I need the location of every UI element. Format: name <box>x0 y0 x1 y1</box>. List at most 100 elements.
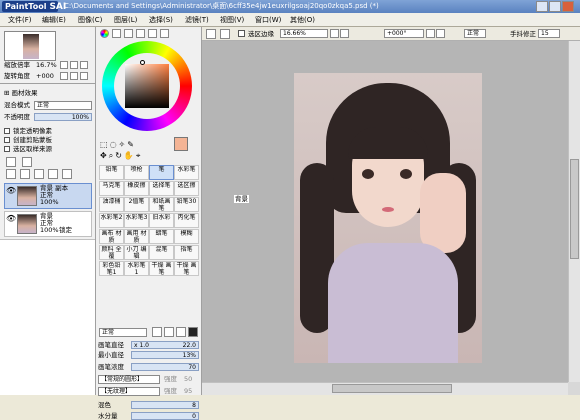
brush-binary-pen[interactable]: 2值笔 <box>124 197 149 212</box>
color-wheel-tab-icon[interactable] <box>100 29 109 38</box>
new-layer-icon[interactable] <box>6 157 16 167</box>
mixer-tab-icon[interactable] <box>136 29 145 38</box>
minimize-button[interactable] <box>536 1 548 12</box>
eyedropper-icon[interactable]: ✎ <box>127 140 136 149</box>
brush-watercolor1[interactable]: 水彩笔 1 <box>124 261 149 276</box>
eye-icon[interactable]: 👁 <box>6 186 16 195</box>
move-icon[interactable]: ✥ <box>100 151 109 160</box>
blend-mode-select[interactable]: 正常 <box>34 101 92 110</box>
magic-wand-icon[interactable]: ✧ <box>119 140 128 149</box>
brush-select-pen[interactable]: 选择笔 <box>149 181 174 196</box>
brush-pencil30[interactable]: 铅笔30 <box>174 197 199 212</box>
rotate-right-icon[interactable] <box>70 72 78 80</box>
brush-shape-icon[interactable] <box>188 327 198 337</box>
zoom-in-icon[interactable] <box>340 29 349 38</box>
brush-size-slider[interactable]: x 1.0 22.0 <box>131 341 199 349</box>
eye-icon[interactable]: 👁 <box>6 214 16 223</box>
brush-pencil[interactable]: 铅笔 <box>99 165 124 180</box>
brush-acrylic[interactable]: 丙化笔 <box>174 213 199 228</box>
canvas-angle-field[interactable]: +000° <box>384 29 424 38</box>
min-size-slider[interactable]: 13% <box>131 351 199 359</box>
brush-color-pencil[interactable]: 彩色铅 笔1 <box>99 261 124 276</box>
brush-marker[interactable]: 马克笔 <box>99 181 124 196</box>
horizontal-scroll-thumb[interactable] <box>332 384 452 393</box>
zoom-reset-icon[interactable] <box>80 61 88 69</box>
density-slider[interactable]: 70 <box>131 363 199 371</box>
rotate-reset-icon[interactable] <box>80 72 88 80</box>
brush-pen[interactable]: 笔 <box>149 165 174 180</box>
brush-shape-icon[interactable] <box>164 327 174 337</box>
rect-select-icon[interactable]: ⬚ <box>100 140 110 149</box>
lasso-icon[interactable]: ◌ <box>110 140 119 149</box>
delete-layer-icon[interactable] <box>48 169 58 179</box>
deselect-icon[interactable] <box>206 29 216 39</box>
brush-mix[interactable]: 混笔 <box>149 245 174 260</box>
rgb-slider-tab-icon[interactable] <box>112 29 121 38</box>
layer-options-icon[interactable] <box>62 169 72 179</box>
menu-select[interactable]: 选择(S) <box>149 15 173 25</box>
brush-dry2[interactable]: 干燥 画笔 <box>174 261 199 276</box>
menu-layer[interactable]: 图层(L) <box>114 15 137 25</box>
brush-bucket[interactable]: 油漆桶 <box>99 197 124 212</box>
brush-crayon[interactable]: 蜡笔 <box>149 229 174 244</box>
merge-down-icon[interactable] <box>34 169 44 179</box>
zoom-out-icon[interactable] <box>70 61 78 69</box>
hand-icon[interactable]: ✋ <box>124 151 136 160</box>
zoom-in-icon[interactable] <box>60 61 68 69</box>
canvas-area[interactable]: 背景 <box>202 41 568 382</box>
brush-shape-select[interactable]: 【常规的圆形】 <box>98 375 160 384</box>
close-button[interactable] <box>562 1 574 12</box>
brush-airbrush[interactable]: 喷枪 <box>124 165 149 180</box>
menu-view[interactable]: 视图(V) <box>220 15 244 25</box>
menu-window[interactable]: 窗口(W) <box>255 15 281 25</box>
color-picker-cursor[interactable] <box>140 60 145 65</box>
brush-watercolor3[interactable]: 水彩笔3 <box>124 213 149 228</box>
maximize-button[interactable] <box>549 1 561 12</box>
brush-washi[interactable]: 和纸画笔 <box>149 197 174 212</box>
navigator-preview[interactable] <box>4 31 56 61</box>
brush-paint-cover[interactable]: 颜料 全覆 <box>99 245 124 260</box>
brush-dry1[interactable]: 干燥 画笔 <box>149 261 174 276</box>
layer-row-1[interactable]: 👁 背景 副本 正常 100% <box>4 183 92 209</box>
swatches-tab-icon[interactable] <box>148 29 157 38</box>
brush-old-watercolor[interactable]: 旧水彩 <box>149 213 174 228</box>
invert-selection-icon[interactable] <box>220 29 230 39</box>
brush-finger[interactable]: 指笔 <box>174 245 199 260</box>
menu-file[interactable]: 文件(F) <box>8 15 32 25</box>
menu-filter[interactable]: 滤镜(T) <box>185 15 209 25</box>
brush-select-eraser[interactable]: 选区擦 <box>174 181 199 196</box>
water-slider[interactable]: 0 <box>131 412 199 420</box>
merge-layer-icon[interactable] <box>20 169 30 179</box>
rotate-left-icon[interactable] <box>60 72 68 80</box>
canvas-zoom-field[interactable]: 16.66% <box>280 29 328 38</box>
brush-watercolor2[interactable]: 水彩笔2 <box>99 213 124 228</box>
canvas-image[interactable] <box>294 73 482 363</box>
horizontal-scrollbar[interactable] <box>202 382 568 395</box>
brush-eraser[interactable]: 橡皮擦 <box>124 181 149 196</box>
eyedropper-icon[interactable]: ⌖ <box>136 151 143 160</box>
zoom-out-icon[interactable] <box>330 29 339 38</box>
canvas-mode-select[interactable]: 正常 <box>464 29 486 38</box>
menu-other[interactable]: 其他(O) <box>290 15 315 25</box>
menu-image[interactable]: 图像(C) <box>78 15 102 25</box>
vertical-scroll-thumb[interactable] <box>570 159 579 259</box>
layer-row-2[interactable]: 👁 背景 正常 100% 锁定 <box>4 211 92 237</box>
scratchpad-tab-icon[interactable] <box>160 29 169 38</box>
blend-slider[interactable]: 8 <box>131 401 199 409</box>
brush-canvas-texture[interactable]: 画布 材质 <box>99 229 124 244</box>
rotate-icon[interactable]: ↻ <box>115 151 124 160</box>
brush-shape-icon[interactable] <box>176 327 186 337</box>
copy-layer-icon[interactable] <box>6 169 16 179</box>
brush-blur[interactable]: 模糊 <box>174 229 199 244</box>
new-folder-icon[interactable] <box>22 157 32 167</box>
hsv-slider-tab-icon[interactable] <box>124 29 133 38</box>
selection-edge-checkbox[interactable] <box>238 30 245 37</box>
stabilizer-select[interactable]: 15 <box>538 29 560 38</box>
rotate-left-icon[interactable] <box>426 29 435 38</box>
brush-paper-texture[interactable]: 画用 材质 <box>124 229 149 244</box>
brush-shape-icon[interactable] <box>152 327 162 337</box>
saturation-value-square[interactable] <box>125 64 169 108</box>
brush-mode-select[interactable]: 正常 <box>99 328 147 337</box>
brush-knife[interactable]: 小刀 编辑 <box>124 245 149 260</box>
opacity-slider[interactable]: 100% <box>34 113 92 121</box>
